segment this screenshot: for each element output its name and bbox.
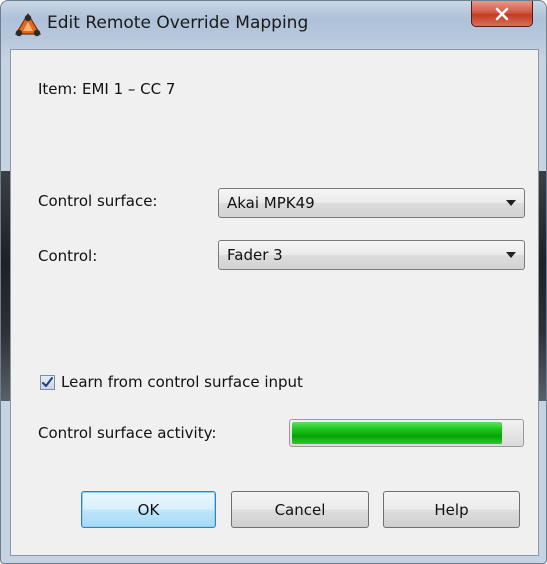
chevron-down-icon — [506, 200, 516, 206]
ok-button[interactable]: OK — [81, 491, 216, 528]
title-bar[interactable]: Edit Remote Override Mapping — [1, 1, 546, 49]
dialog-body: Item: EMI 1 – CC 7 Control surface: Akai… — [10, 49, 539, 556]
control-surface-dropdown[interactable]: Akai MPK49 — [218, 188, 525, 218]
activity-meter — [289, 419, 524, 447]
control-dropdown[interactable]: Fader 3 — [218, 240, 525, 270]
activity-label: Control surface activity: — [38, 424, 217, 442]
checkmark-icon — [42, 376, 53, 387]
control-value: Fader 3 — [227, 246, 283, 264]
learn-checkbox-label: Learn from control surface input — [61, 373, 303, 391]
dialog-window: Edit Remote Override Mapping Item: EMI 1… — [0, 0, 547, 564]
learn-checkbox[interactable] — [40, 374, 55, 390]
control-surface-label: Control surface: — [38, 192, 158, 210]
frame-edge-left — [1, 171, 10, 401]
help-button[interactable]: Help — [383, 491, 520, 528]
reason-app-icon — [14, 12, 42, 38]
chevron-down-icon — [506, 252, 516, 258]
control-label: Control: — [38, 247, 98, 265]
close-button[interactable] — [471, 1, 533, 27]
learn-checkbox-row[interactable]: Learn from control surface input — [40, 373, 303, 391]
control-surface-value: Akai MPK49 — [227, 194, 315, 212]
item-label: Item: EMI 1 – CC 7 — [38, 80, 176, 98]
cancel-button[interactable]: Cancel — [231, 491, 369, 528]
activity-meter-fill — [292, 422, 503, 444]
close-icon — [494, 7, 510, 21]
window-title: Edit Remote Override Mapping — [47, 13, 309, 33]
